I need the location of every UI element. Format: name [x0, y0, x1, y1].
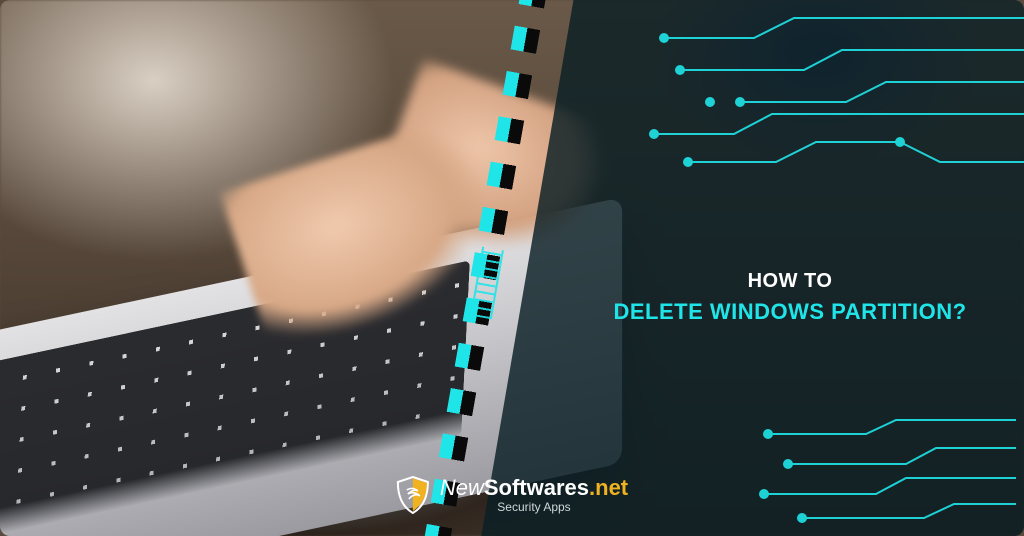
brand-prefix: New	[440, 476, 484, 499]
brand-text: NewSoftwares.net Security Apps	[440, 476, 628, 514]
circuit-trace-bottom-icon	[756, 418, 1016, 528]
headline-line2: DELETE WINDOWS PARTITION?	[575, 299, 1005, 325]
brand-tld: .net	[589, 476, 628, 499]
brand-logo: NewSoftwares.net Security Apps	[396, 476, 628, 514]
promo-banner: HOW TO DELETE WINDOWS PARTITION? NewSoft…	[0, 0, 1024, 536]
brand-name: NewSoftwares.net	[440, 476, 628, 499]
shield-logo-icon	[396, 476, 430, 514]
brand-subtitle: Security Apps	[440, 501, 628, 514]
headline: HOW TO DELETE WINDOWS PARTITION?	[575, 270, 1005, 325]
brand-main: Softwares	[484, 476, 589, 499]
headline-line1: HOW TO	[575, 270, 1005, 293]
circuit-trace-top-icon	[594, 10, 1024, 210]
